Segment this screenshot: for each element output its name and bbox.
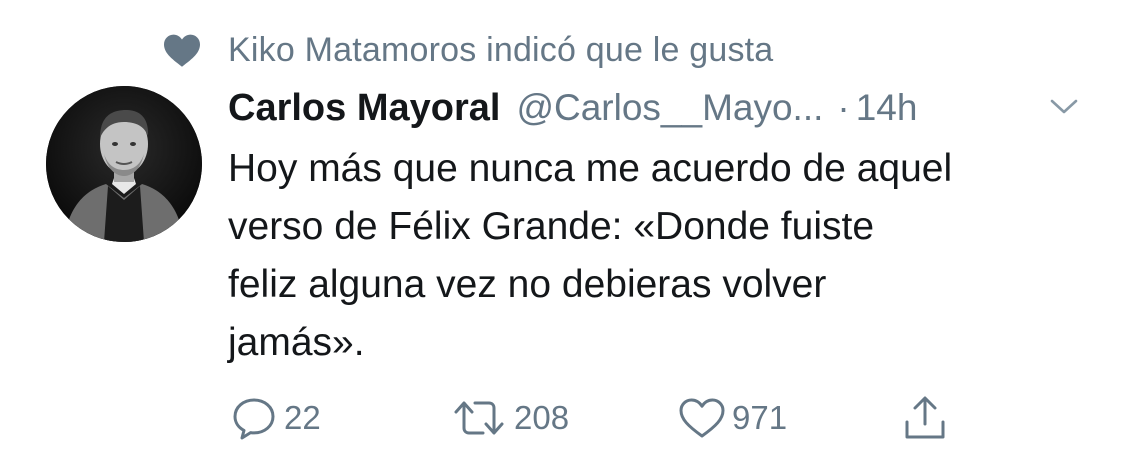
separator-dot: · [837,87,850,128]
chevron-down-icon[interactable] [1044,92,1084,122]
social-context: Kiko Matamoros indicó que le gusta [160,22,773,78]
reply-count: 22 [284,399,321,436]
like-count: 971 [732,399,788,436]
tweet-header: Carlos Mayoral @Carlos__Mayo... · 14h [228,80,917,136]
tweet-actions: 22 208 971 [0,390,1125,446]
heart-icon [160,30,204,70]
reply-button[interactable]: 22 [230,390,321,446]
share-button[interactable] [902,390,948,446]
retweet-count: 208 [514,399,570,436]
retweet-button[interactable]: 208 [450,390,569,446]
user-handle[interactable]: @Carlos__Mayo... [516,87,823,129]
display-name[interactable]: Carlos Mayoral [228,87,500,130]
retweet-icon [450,394,508,442]
like-button[interactable]: 971 [678,390,787,446]
tweet-text: Hoy más que nunca me acuerdo de aquel ve… [228,147,953,364]
heart-icon [678,396,726,440]
social-context-text[interactable]: Kiko Matamoros indicó que le gusta [228,31,773,70]
tweet-time[interactable]: 14h [856,87,918,129]
avatar[interactable] [46,86,202,242]
reply-icon [230,394,278,442]
share-icon [902,394,948,442]
